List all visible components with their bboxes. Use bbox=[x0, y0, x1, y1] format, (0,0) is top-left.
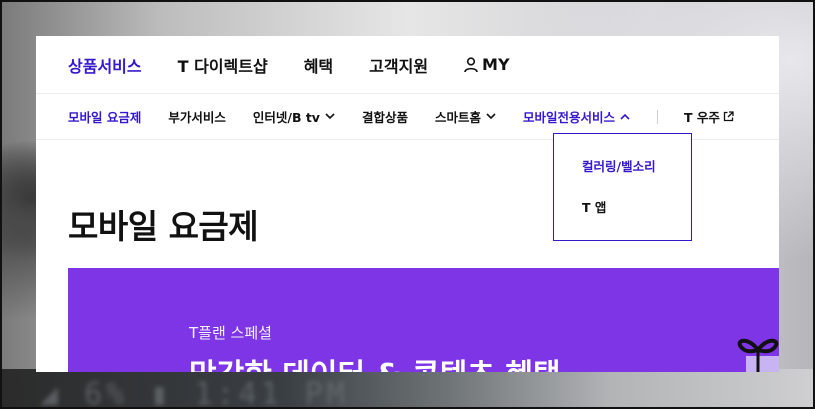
background-phone-status: ◢ 6% ▮ 1:41 PM bbox=[0, 369, 815, 409]
gnb-item-support[interactable]: 고객지원 bbox=[369, 53, 428, 77]
mobile-services-dropdown: 컬러링/벨소리 T 앱 bbox=[553, 133, 692, 241]
gnb-item-benefits[interactable]: 혜택 bbox=[304, 53, 333, 77]
promo-banner[interactable]: T플랜 스페셜 막강한 데이터 & 콘텐츠 혜택 bbox=[68, 268, 779, 372]
lnb-item-mobile-services[interactable]: 모바일전용서비스 bbox=[523, 107, 630, 126]
nav-divider bbox=[657, 109, 658, 124]
dropdown-item-coloring[interactable]: 컬러링/벨소리 bbox=[582, 156, 691, 175]
chevron-down-icon bbox=[486, 113, 496, 120]
gnb-item-my[interactable]: MY bbox=[464, 55, 510, 74]
gnb-label: 상품서비스 bbox=[68, 56, 142, 76]
chevron-up-icon bbox=[620, 113, 630, 120]
lnb-item-smarthome[interactable]: 스마트홈 bbox=[435, 107, 496, 126]
user-icon bbox=[464, 56, 478, 73]
banner-eyebrow: T플랜 스페셜 bbox=[189, 324, 272, 342]
chevron-down-icon bbox=[325, 113, 335, 120]
lnb-label: T 우주 bbox=[684, 110, 720, 125]
lnb-item-bundles[interactable]: 결합상품 bbox=[362, 107, 408, 126]
page-title: 모바일 요금제 bbox=[68, 207, 259, 246]
lnb-label: 모바일전용서비스 bbox=[522, 110, 615, 125]
dropdown-item-t-app[interactable]: T 앱 bbox=[582, 197, 691, 216]
webpage: 상품서비스 T 다이렉트샵 혜택 고객지원 MY 모바일 요금제 부가서비스 인… bbox=[36, 36, 779, 372]
lnb-item-addons[interactable]: 부가서비스 bbox=[168, 107, 226, 126]
lnb-label: 결합상품 bbox=[361, 110, 408, 125]
banner-heading: 막강한 데이터 & 콘텐츠 혜택 bbox=[189, 350, 561, 372]
gift-ribbon-icon bbox=[728, 332, 779, 372]
gnb-label: T 다이렉트샵 bbox=[177, 56, 268, 76]
lnb-item-internet-btv[interactable]: 인터넷/B tv bbox=[253, 107, 335, 126]
gnb-item-direct-shop[interactable]: T 다이렉트샵 bbox=[178, 53, 268, 77]
gnb-label: 혜택 bbox=[303, 56, 334, 76]
lnb-item-t-universe[interactable]: T 우주 bbox=[684, 107, 734, 126]
global-nav: 상품서비스 T 다이렉트샵 혜택 고객지원 MY bbox=[36, 36, 779, 94]
lnb-label: 부가서비스 bbox=[168, 110, 226, 125]
gnb-item-products[interactable]: 상품서비스 bbox=[68, 53, 142, 77]
external-link-icon bbox=[723, 111, 734, 122]
lnb-label: 모바일 요금제 bbox=[68, 110, 142, 125]
lnb-label: 스마트홈 bbox=[434, 110, 481, 125]
gnb-label: 고객지원 bbox=[369, 56, 429, 76]
gnb-label: MY bbox=[482, 55, 510, 74]
lnb-item-mobile-plans[interactable]: 모바일 요금제 bbox=[68, 107, 141, 126]
lnb-label: 인터넷/B tv bbox=[252, 110, 320, 125]
